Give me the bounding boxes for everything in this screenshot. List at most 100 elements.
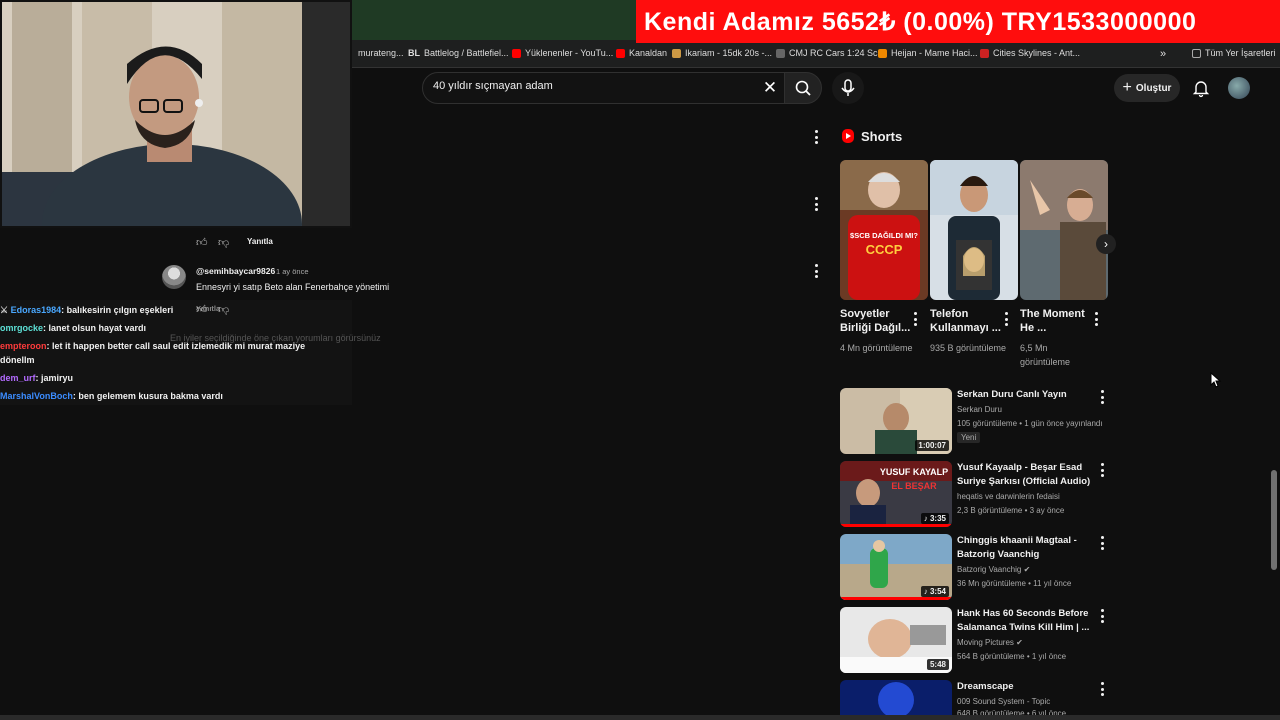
video-duration: 1:00:07 [915, 440, 949, 451]
more-actions-button[interactable] [813, 130, 819, 144]
shorts-heading: Shorts [861, 129, 903, 144]
youtube-icon [512, 48, 521, 58]
video-more-button[interactable] [1099, 390, 1105, 404]
verified-icon: ✔ [1023, 565, 1031, 574]
video-channel[interactable]: Serkan Duru [957, 405, 1002, 414]
search-button[interactable] [784, 72, 822, 104]
cities-icon [980, 48, 989, 58]
short-views: 935 B görüntüleme [930, 343, 1007, 353]
video-thumbnail[interactable]: ♪ 3:54 [840, 534, 952, 600]
reply-button[interactable]: Yanıtla [247, 237, 273, 246]
video-duration: ♪ 3:35 [920, 513, 949, 524]
comment-text: Ennesyri yi satıp Beto alan Fenerbahçe y… [196, 282, 390, 292]
video-title[interactable]: Hank Has 60 Seconds Before Salamanca Twi… [957, 607, 1097, 635]
bookmarks-overflow-button[interactable]: » [1160, 48, 1166, 60]
short-overlay-text: $SCB DAĞILDI MI? [850, 231, 918, 240]
video-thumbnail[interactable]: YUSUF KAYALP EL BEŞAR ♪ 3:35 [840, 461, 952, 527]
video-thumbnail[interactable]: 5:48 [840, 607, 952, 673]
new-badge: Yeni [957, 432, 981, 443]
more-actions-button[interactable] [813, 197, 819, 211]
short-thumbnail-image: $SCB DAĞILDI MI? CCCP [840, 160, 928, 300]
short-thumbnail-image [1020, 160, 1108, 300]
dislike-icon[interactable]: 👎︎ [218, 303, 229, 316]
short-more-button[interactable] [1093, 312, 1099, 326]
video-stats: 105 görüntüleme • 1 gün önce yayınlandı [957, 419, 1103, 428]
like-icon[interactable]: 👍︎ [196, 303, 208, 316]
like-icon[interactable]: 👍︎ [196, 236, 208, 249]
svg-text:EL BEŞAR: EL BEŞAR [891, 481, 937, 491]
video-more-button[interactable] [1099, 682, 1105, 696]
chat-text: : jamiryu [35, 373, 74, 383]
bookmark-item[interactable]: Yüklenenler - YouTu... [512, 48, 613, 58]
svg-text:CCCP: CCCP [866, 242, 903, 257]
page-icon [776, 48, 785, 58]
youtube-icon [616, 48, 625, 58]
video-title[interactable]: Serkan Duru Canlı Yayın [957, 388, 1097, 402]
stream-chat-overlay: ⚔ Edoras1984: balıkesirin çılgın eşekler… [0, 300, 352, 405]
chat-message-continued: dönellm [0, 355, 35, 365]
video-title[interactable]: Chinggis khaanii Magtaal - Batzorig Vaan… [957, 534, 1097, 562]
shorts-next-button[interactable]: › [1096, 234, 1116, 254]
video-title[interactable]: Yusuf Kayaalp - Beşar Esad Suriye Şarkıs… [957, 461, 1097, 489]
chat-text: : balıkesirin çılgın eşekleri [61, 305, 174, 315]
chat-text: dönellm [0, 355, 35, 365]
short-thumbnail-image [930, 160, 1018, 300]
search-icon [795, 80, 811, 96]
short-more-button[interactable] [1003, 312, 1009, 326]
commenter-avatar[interactable] [162, 265, 186, 289]
bookmark-item[interactable]: murateng... [358, 48, 404, 58]
faded-notice: En iyiler seçildiğinde öne çıkan yorumla… [170, 333, 381, 343]
clear-search-button[interactable]: ✕ [760, 78, 780, 98]
svg-text:YUSUF KAYALP: YUSUF KAYALP [880, 467, 948, 477]
chat-username: dem_urf [0, 373, 36, 383]
short-thumbnail[interactable]: $SCB DAĞILDI MI? CCCP [840, 160, 928, 300]
chat-username: Edoras1984 [10, 305, 62, 315]
video-channel[interactable]: 009 Sound System - Topic [957, 697, 1050, 706]
comment-author[interactable]: @semihbaycar9826 [196, 266, 275, 276]
comment-time[interactable]: 1 ay önce [276, 267, 309, 276]
video-stats: 2,3 B görüntüleme • 3 ay önce [957, 506, 1065, 515]
create-button[interactable]: + Oluştur [1114, 74, 1180, 102]
short-thumbnail[interactable] [1020, 160, 1108, 300]
page-scrollbar[interactable] [1271, 470, 1277, 570]
all-bookmarks-button[interactable]: Tüm Yer İşaretleri [1192, 48, 1276, 58]
short-views: 6,5 Mn görüntüleme [1020, 343, 1071, 367]
video-channel[interactable]: Batzorig Vaanchig ✔ [957, 565, 1030, 574]
chat-message: ⚔ Edoras1984: balıkesirin çılgın eşekler… [0, 305, 173, 316]
account-avatar[interactable] [1228, 77, 1250, 99]
video-stats: 564 B görüntüleme • 1 yıl önce [957, 652, 1067, 661]
bookmark-item[interactable]: BL Battlelog / Battlefiel... [408, 48, 509, 58]
more-actions-button[interactable] [813, 264, 819, 278]
video-thumbnail[interactable]: 1:00:07 [840, 388, 952, 454]
short-thumbnail[interactable] [930, 160, 1018, 300]
bookmark-item[interactable]: Heijan - Mame Haci... [878, 48, 978, 58]
dislike-icon[interactable]: 👎︎ [218, 236, 229, 249]
folder-icon [1192, 48, 1201, 58]
video-more-button[interactable] [1099, 609, 1105, 623]
chat-text: : lanet olsun hayat vardı [43, 323, 147, 333]
short-title[interactable]: Telefon Kullanmayı ... [930, 307, 1002, 335]
bookmark-item[interactable]: Ikariam - 15dk 20s -... [672, 48, 772, 58]
chat-message: dem_urf: jamiryu [0, 373, 73, 383]
video-thumbnail[interactable] [840, 680, 952, 715]
short-more-button[interactable] [912, 312, 918, 326]
short-title[interactable]: The Moment He ... [1020, 307, 1092, 335]
search-box[interactable] [422, 72, 786, 104]
mic-icon [841, 79, 855, 96]
voice-search-button[interactable] [832, 72, 864, 104]
bookmark-item[interactable]: Cities Skylines - Ant... [980, 48, 1080, 58]
search-input[interactable] [433, 80, 753, 92]
video-more-button[interactable] [1099, 536, 1105, 550]
chat-message: omrgocke: lanet olsun hayat vardı [0, 323, 146, 333]
stream-ticker: Kendi Adamız 5652₺ (0.00%) TRY1533000000 [636, 0, 1280, 43]
video-more-button[interactable] [1099, 463, 1105, 477]
video-stats: 36 Mn görüntüleme • 11 yıl önce [957, 579, 1072, 588]
video-channel[interactable]: heqatis ve darwinlerin fedaisi [957, 492, 1060, 501]
video-channel[interactable]: Moving Pictures ✔ [957, 638, 1023, 647]
create-label: Oluştur [1135, 82, 1172, 94]
video-title[interactable]: Dreamscape [957, 680, 1097, 694]
notifications-button[interactable] [1190, 77, 1212, 99]
bookmark-item[interactable]: CMJ RC Cars 1:24 Sc... [776, 48, 885, 58]
short-title[interactable]: Sovyetler Birliği Dağıl... [840, 307, 912, 335]
bookmark-item[interactable]: Kanaldan [616, 48, 667, 58]
